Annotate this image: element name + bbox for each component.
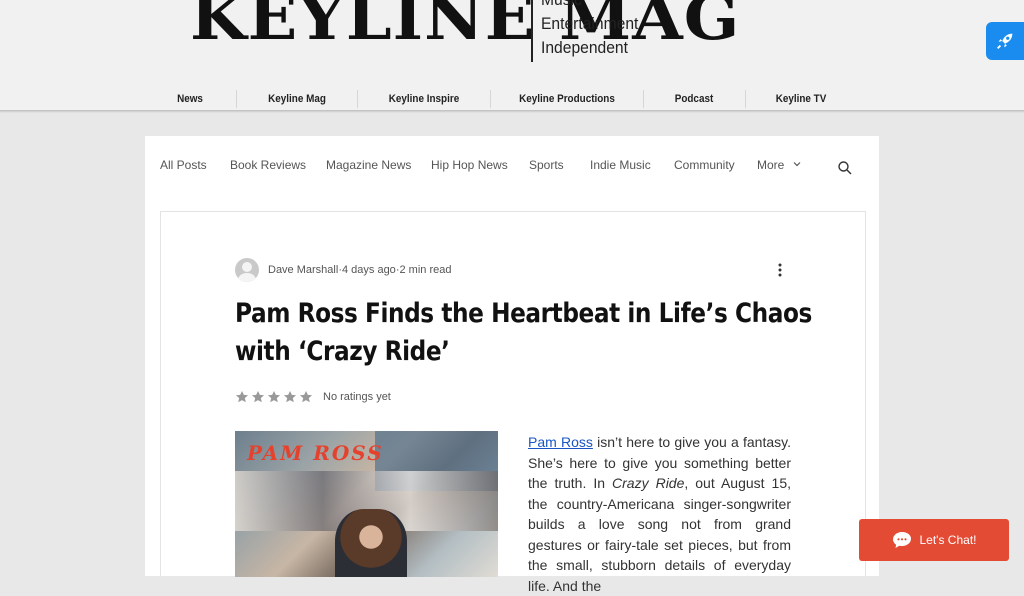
chat-button[interactable]: Let's Chat! xyxy=(859,519,1009,561)
chat-bubble-icon xyxy=(892,532,911,548)
rating-text: No ratings yet xyxy=(323,391,391,403)
category-menu: All Posts Book Reviews Magazine News Hip… xyxy=(160,158,860,178)
site-header: KEYLINE MAG Music Entertainment Independ… xyxy=(0,0,1024,110)
read-time: 2 min read xyxy=(399,264,452,276)
post-hero-image[interactable]: PAM ROSS xyxy=(235,431,498,577)
star-icon[interactable] xyxy=(299,390,313,404)
header-shadow xyxy=(0,110,1024,113)
tagline-divider xyxy=(531,0,533,62)
blog-post: Dave Marshall · 4 days ago · 2 min read … xyxy=(160,211,866,594)
nav-divider xyxy=(236,90,237,108)
site-logo[interactable]: KEYLINE MAG xyxy=(190,0,740,58)
image-portrait xyxy=(335,509,407,577)
nav-item-keyline-mag[interactable]: Keyline Mag xyxy=(257,88,338,110)
post-date: 4 days ago xyxy=(341,264,396,276)
tagline-line: Music xyxy=(541,0,638,12)
nav-divider xyxy=(490,90,491,108)
post-meta: Dave Marshall · 4 days ago · 2 min read xyxy=(235,258,451,282)
category-book-reviews[interactable]: Book Reviews xyxy=(230,158,306,172)
star-icon[interactable] xyxy=(251,390,265,404)
nav-divider xyxy=(357,90,358,108)
nav-item-keyline-tv[interactable]: Keyline TV xyxy=(766,88,836,110)
nav-item-keyline-inspire[interactable]: Keyline Inspire xyxy=(379,88,469,110)
post-title: Pam Ross Finds the Heartbeat in Life’s C… xyxy=(235,295,812,371)
tagline-line: Independent xyxy=(541,38,628,57)
nav-divider xyxy=(643,90,644,108)
more-vertical-icon[interactable] xyxy=(775,262,785,278)
post-body: Pam Ross isn’t here to give you a fantas… xyxy=(528,432,791,596)
search-icon[interactable] xyxy=(837,160,853,176)
category-more[interactable]: More xyxy=(757,158,802,172)
post-rating[interactable]: No ratings yet xyxy=(235,390,391,404)
blog-card: All Posts Book Reviews Magazine News Hip… xyxy=(145,136,879,594)
post-title-line: Pam Ross Finds the Heartbeat in Life’s C… xyxy=(235,298,812,329)
site-tagline: Music Entertainment Independent xyxy=(541,0,647,60)
image-artist-name: PAM ROSS xyxy=(247,441,384,465)
category-hip-hop-news[interactable]: Hip Hop News xyxy=(431,158,508,172)
category-all-posts[interactable]: All Posts xyxy=(160,158,207,172)
nav-item-news[interactable]: News xyxy=(163,88,217,110)
song-title: Crazy Ride xyxy=(612,475,685,491)
rocket-icon[interactable] xyxy=(986,22,1024,60)
chevron-down-icon xyxy=(793,162,801,167)
chat-label: Let's Chat! xyxy=(919,533,977,547)
tagline-line: Entertainment xyxy=(541,14,639,33)
author-avatar[interactable] xyxy=(235,258,259,282)
category-indie-music[interactable]: Indie Music xyxy=(590,158,651,172)
post-title-line: with ‘Crazy Ride’ xyxy=(235,336,450,367)
nav-item-keyline-productions[interactable]: Keyline Productions xyxy=(509,88,626,110)
nav-divider xyxy=(745,90,746,108)
category-community[interactable]: Community xyxy=(674,158,735,172)
author-name[interactable]: Dave Marshall xyxy=(268,264,338,276)
nav-item-podcast[interactable]: Podcast xyxy=(663,88,724,110)
rocket-icon-graphic xyxy=(997,33,1013,49)
star-icon[interactable] xyxy=(283,390,297,404)
category-sports[interactable]: Sports xyxy=(529,158,564,172)
star-icon[interactable] xyxy=(235,390,249,404)
category-more-label: More xyxy=(757,158,785,172)
main-nav: News Keyline Mag Keyline Inspire Keyline… xyxy=(0,88,1024,110)
star-icon[interactable] xyxy=(267,390,281,404)
category-magazine-news[interactable]: Magazine News xyxy=(326,158,411,172)
artist-link[interactable]: Pam Ross xyxy=(528,434,593,450)
